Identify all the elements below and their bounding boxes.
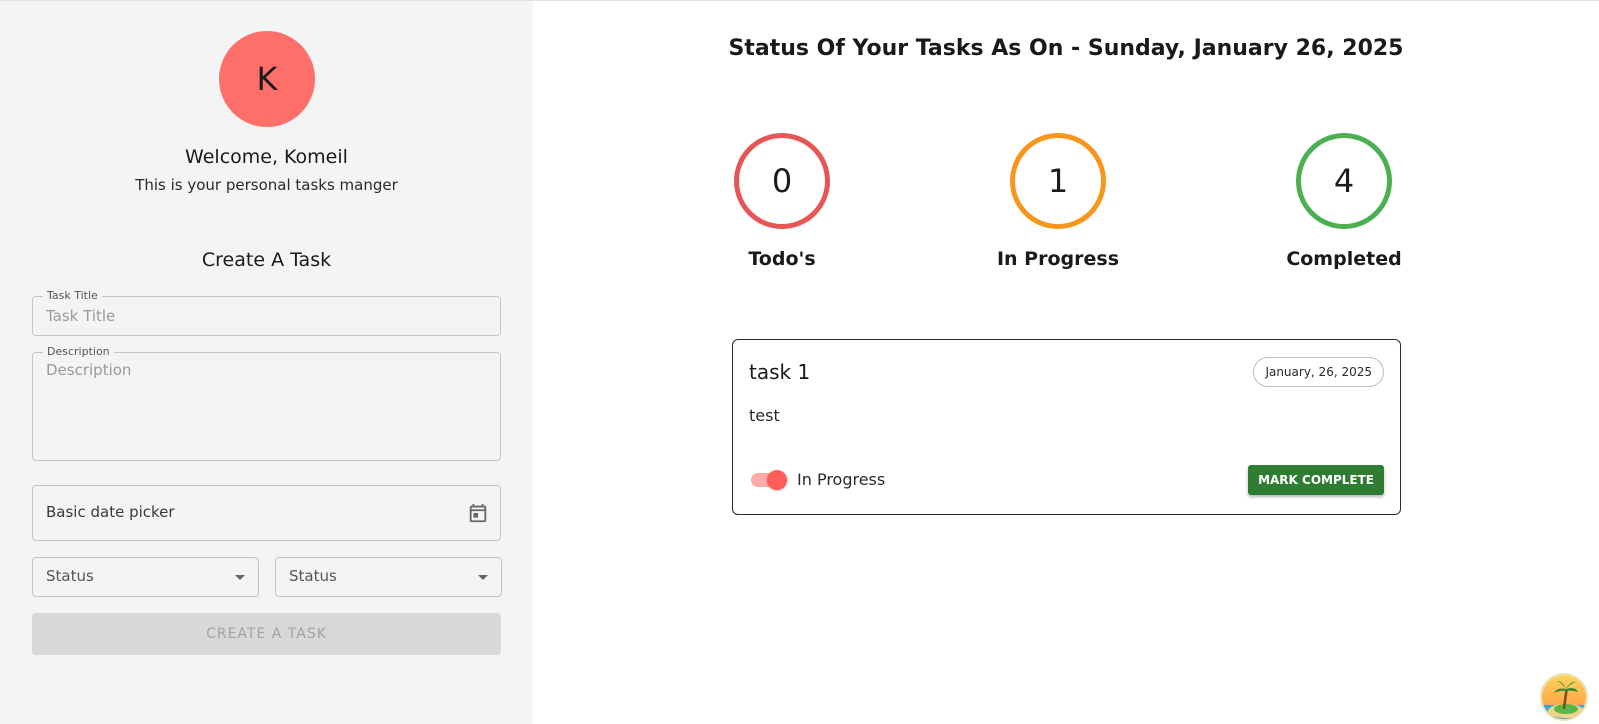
status-select-1-label: Status xyxy=(46,567,94,585)
task-status-label: In Progress xyxy=(797,470,886,489)
welcome-text: Welcome, Komeil xyxy=(185,146,348,168)
in-progress-count-ring: 1 xyxy=(1010,133,1106,229)
description-label: Description xyxy=(43,345,114,359)
toggle-thumb xyxy=(767,470,787,490)
chevron-down-icon xyxy=(235,575,245,580)
welcome-subtitle: This is your personal tasks manger xyxy=(135,176,398,194)
sidebar: K Welcome, Komeil This is your personal … xyxy=(0,1,533,724)
task-card: task 1 January, 26, 2025 test In Progres… xyxy=(732,339,1401,515)
task-description: test xyxy=(749,406,780,425)
calendar-icon[interactable] xyxy=(467,502,489,524)
date-picker-field[interactable]: Basic date picker xyxy=(32,485,501,541)
status-select-1[interactable]: Status xyxy=(32,557,259,597)
task-title-label: Task Title xyxy=(43,289,102,303)
task-title-input[interactable] xyxy=(46,305,486,327)
create-task-heading: Create A Task xyxy=(201,249,332,271)
task-date-chip: January, 26, 2025 xyxy=(1253,357,1384,387)
todo-count-ring: 0 xyxy=(734,133,830,229)
completed-label: Completed xyxy=(1286,248,1402,270)
chevron-down-icon xyxy=(478,575,488,580)
todo-label: Todo's xyxy=(748,248,816,270)
description-input[interactable] xyxy=(46,361,486,451)
status-select-2-label: Status xyxy=(289,567,337,585)
page-title: Status Of Your Tasks As On - Sunday, Jan… xyxy=(728,36,1404,61)
in-progress-label: In Progress xyxy=(996,248,1120,270)
description-field: Description xyxy=(32,345,501,461)
completed-count-ring: 4 xyxy=(1296,133,1392,229)
avatar: K xyxy=(219,31,315,127)
mark-complete-button[interactable]: MARK COMPLETE xyxy=(1248,465,1384,495)
island-icon[interactable] xyxy=(1540,673,1588,721)
status-select-2[interactable]: Status xyxy=(275,557,502,597)
status-toggle[interactable] xyxy=(749,470,789,490)
task-title: task 1 xyxy=(749,360,811,384)
create-task-button[interactable]: CREATE A TASK xyxy=(32,613,501,655)
task-title-field: Task Title xyxy=(32,289,501,336)
date-picker-label: Basic date picker xyxy=(46,503,175,521)
